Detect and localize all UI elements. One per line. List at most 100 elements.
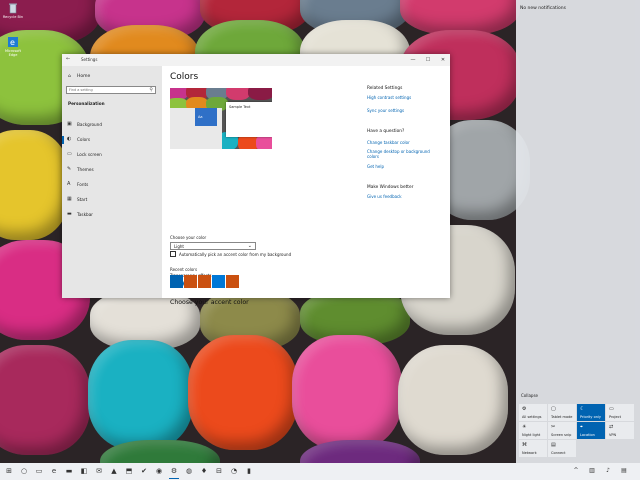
location-icon: ⌖ [580,424,583,430]
paint3d-icon[interactable]: ◔ [228,465,240,477]
auto-accent-checkbox[interactable] [170,251,176,257]
edge-icon: e [7,36,19,48]
quick-action-label: All settings [522,415,542,419]
search-icon[interactable]: ○ [18,465,30,477]
wool-ball [398,345,508,455]
quick-action-connect[interactable]: ▤ Connect [548,440,576,457]
quick-action-location[interactable]: ⌖ Location [577,422,605,439]
sidebar-item-label: Fonts [77,182,89,187]
connect-icon: ▤ [551,442,556,448]
minimize-button[interactable]: — [406,55,420,65]
link-sync-settings[interactable]: Sync your settings [367,108,404,113]
scissors-icon: ✂ [551,424,556,430]
accent-color-swatch[interactable] [226,275,239,288]
maximize-button[interactable]: ☐ [421,55,435,65]
close-button[interactable]: ✕ [436,55,450,65]
accent-color-swatch[interactable] [170,275,183,288]
sidebar-item-background[interactable]: ▣ Background [62,120,162,130]
colors-page: Colors Aa Sample Text Choose your color … [170,66,450,306]
taskbar: ⊞ ○ ▭ e ▬ ◧ ✉ ▲ ⬒ ✔ ◉ ⚙ ◍ ♦ ⊟ ◔ ▮ ^ ▥ ♪ ▤ [0,463,640,480]
maps-icon[interactable]: ◍ [183,465,195,477]
volume-icon[interactable]: ♪ [602,465,614,477]
quick-action-screen-snip[interactable]: ✂ Screen snip [548,422,576,439]
monitor-icon: ▭ [67,151,72,157]
tips-icon[interactable]: ♦ [198,465,210,477]
quick-action-label: Network [522,451,537,455]
link-change-desktop-colors[interactable]: Change desktop or background colors [367,149,443,159]
desktop-icon-label: Microsoft Edge [5,49,21,57]
nav-home-label: Home [77,74,91,79]
link-high-contrast[interactable]: High contrast settings [367,95,411,100]
recycle-bin-icon [7,2,19,14]
preview-wool-ball [226,88,250,100]
desktop-icon-recycle-bin[interactable]: Recycle Bin [2,2,24,19]
link-change-taskbar-color[interactable]: Change taskbar color [367,140,410,145]
home-icon: ⌂ [68,74,71,79]
mail-icon[interactable]: ✉ [93,465,105,477]
notification-icon[interactable]: ▤ [618,465,630,477]
desktop-icon-edge[interactable]: e Microsoft Edge [2,36,24,57]
gear-icon: ⚙ [522,406,527,412]
quick-action-vpn[interactable]: ⇄ VPN [606,422,634,439]
quick-action-night-light[interactable]: ☀ Night light [519,422,547,439]
sidebar-item-label: Themes [77,167,94,172]
nav-section-title: Personalization [68,101,105,106]
find-setting-box[interactable]: ⚲ [66,86,156,94]
search-input[interactable] [67,87,145,93]
sidebar-item-label: Lock screen [77,152,102,157]
store-icon[interactable]: ◧ [78,465,90,477]
quick-action-network[interactable]: ⌘ Network [519,440,547,457]
moon-icon: ☾ [580,406,585,412]
quick-action-label: Connect [551,451,566,455]
auto-accent-label: Automatically pick an accent color from … [179,252,292,257]
tablet-icon: ▢ [551,406,556,412]
sidebar-item-lock-screen[interactable]: ▭ Lock screen [62,150,162,160]
accent-color-swatch[interactable] [184,275,197,288]
preview-wool-ball [248,88,272,100]
settings-icon[interactable]: ⚙ [168,465,180,479]
link-give-feedback[interactable]: Give us feedback [367,194,402,199]
accent-color-swatch[interactable] [198,275,211,288]
make-windows-better-heading: Make Windows better [367,185,414,190]
link-get-help[interactable]: Get help [367,164,384,169]
sidebar-item-taskbar[interactable]: ▬ Taskbar [62,210,162,220]
file-explorer-icon[interactable]: ▬ [63,465,75,477]
search-icon[interactable]: ⚲ [149,87,153,93]
choose-color-dropdown[interactable]: Light ⌄ [170,242,256,250]
sidebar-item-themes[interactable]: ✎ Themes [62,165,162,175]
window-title: Settings [81,57,98,62]
sidebar-item-start[interactable]: ▦ Start [62,195,162,205]
accent-color-swatch[interactable] [212,275,225,288]
start-icon[interactable]: ⊞ [3,465,15,477]
quick-action-priority-only[interactable]: ☾ Priority only [577,404,605,421]
palette-icon: ◐ [67,136,72,142]
recent-colors-label: Recent colors [170,267,198,272]
preview-sample-text: Sample Text [229,105,251,109]
title-bar[interactable]: ← Settings — ☐ ✕ [62,54,450,66]
groove-icon[interactable]: ◉ [153,465,165,477]
photos-icon[interactable]: ▲ [108,465,120,477]
network-icon[interactable]: ▥ [586,465,598,477]
sway-icon[interactable]: ⬒ [123,465,135,477]
todo-icon[interactable]: ✔ [138,465,150,477]
wool-ball [0,345,90,455]
chevron-up-icon[interactable]: ^ [570,465,582,477]
quick-action-project[interactable]: ▭ Project [606,404,634,421]
wool-ball [0,130,70,240]
quick-action-label: Project [609,415,621,419]
task-view-icon[interactable]: ▭ [33,465,45,477]
action-center: No new notifications Collapse ⚙ All setti… [516,0,640,463]
choose-color-label: Choose your color [170,235,207,240]
related-settings-heading: Related Settings [367,86,403,91]
back-arrow-icon[interactable]: ← [66,56,70,62]
quick-action-all-settings[interactable]: ⚙ All settings [519,404,547,421]
nav-home[interactable]: ⌂ Home [68,74,90,79]
app-icon[interactable]: ▮ [243,465,255,477]
sidebar-item-colors[interactable]: ◐ Colors [62,135,162,145]
sidebar-item-label: Colors [77,137,91,142]
collapse-link[interactable]: Collapse [521,393,538,398]
sidebar-item-fonts[interactable]: A Fonts [62,180,162,190]
quick-action-tablet-mode[interactable]: ▢ Tablet mode [548,404,576,421]
edge-icon[interactable]: e [48,465,60,477]
calculator-icon[interactable]: ⊟ [213,465,225,477]
